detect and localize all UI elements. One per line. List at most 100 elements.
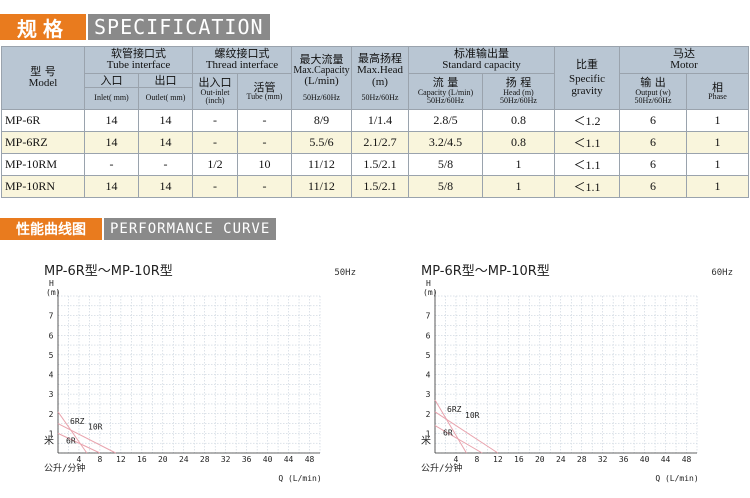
cell-sg: ＜1.1 [554,175,620,198]
cell-maxcap: 11/12 [291,175,352,198]
cell-sg: ＜1.1 [554,131,620,154]
curve-title-cn: 性能曲线图 [0,218,102,240]
x-tick-label: 44 [284,455,294,464]
cell-maxhead: 2.1/2.7 [351,131,409,154]
cell-head: 0.8 [482,131,555,154]
cell-flow: 2.8/5 [408,109,483,132]
chart-title: MP-6R型～MP-10R型 [44,264,173,279]
cell-output: 6 [619,153,687,176]
y-tick-label: 7 [426,312,431,321]
x-tick-label: 24 [556,455,566,464]
y-tick-label: 7 [49,312,54,321]
specification-table: 型 号 Model 软管接口式 Tube interface 螺纹接口式 Thr… [1,46,749,198]
cell-model: MP-10RN [1,175,85,198]
cell-maxhead: 1.5/2.1 [351,153,409,176]
phase-header: 相 Phase [686,73,749,110]
cell-phase: 1 [686,175,749,198]
output-header: 输 出 Output (w) 50Hz/60Hz [619,73,687,110]
cell-outlet: 14 [138,131,193,154]
cell-tube: - [237,109,292,132]
chart-svg: H(m)1234567米4 8 12 16 20 24 28 32 36 40 44 48公升/分钟Q… [421,279,699,483]
x-tick-label: 16 [137,455,147,464]
y-tick-label: 2 [49,410,54,419]
y-tick-label: 3 [49,390,54,399]
x-tick-label: 32 [598,455,608,464]
y-axis-unit: (m) [423,288,437,297]
x-tick-label: 44 [661,455,671,464]
cell-head: 1 [482,153,555,176]
cell-flow: 3.2/4.5 [408,131,483,154]
cell-outinlet: - [192,175,238,198]
cell-outinlet: - [192,109,238,132]
cell-head: 0.8 [482,109,555,132]
x-tick-label: 8 [475,455,480,464]
performance-chart-60hz: MP-6R型～MP-10R型 60Hz H (m) 1 2 3 4 5 6 7 米 4 8 12 16 20… [413,256,733,496]
flow-header: 流 量 Capacity (L/min) 50Hz/60Hz [408,73,483,110]
cell-model: MP-6R [1,109,85,132]
max-head-header: 最高扬程 Max.Head (m) 50Hz/60Hz [351,46,409,110]
cell-tube: 10 [237,153,292,176]
cell-inlet: 14 [84,109,139,132]
chart-frequency: 60Hz [711,268,733,278]
y-axis-label-cn: 米 [44,434,54,447]
x-tick-label: 28 [200,455,210,464]
max-capacity-header: 最大流量 Max.Capacity (L/min) 50Hz/60Hz [291,46,352,110]
x-tick-label: 12 [493,455,503,464]
table-row: MP-10RM - -1/2 10 11/12 1.5/2.1 5/8 1 ＜1.1 6 1 [1,153,749,176]
cell-outinlet: 1/2 [192,153,238,176]
out-inlet-header: 出入口 Out-inlet (inch) [192,73,238,110]
y-tick-label: 6 [426,331,431,340]
x-tick-label: 20 [535,455,545,464]
curve-title-en: PERFORMANCE CURVE [104,218,277,240]
spec-title-en: SPECIFICATION [88,14,270,40]
cell-phase: 1 [686,131,749,154]
cell-sg: ＜1.1 [554,153,620,176]
y-tick-label: 6 [49,331,54,340]
series-label-10r: 10R [88,423,103,432]
y-tick-label: 4 [49,371,54,380]
y-axis-unit: (m) [46,288,60,297]
cell-model: MP-10RM [1,153,85,176]
spec-table-body: MP-6R 14 14- -8/9 1/1.4 2.8/5 0.8 ＜1.2 6 1 MP-6RZ 1… [1,109,749,198]
x-axis-label: Q (L/min) [278,474,321,483]
thread-interface-header: 螺纹接口式 Thread interface [192,46,292,74]
x-axis-label-cn: 公升/分钟 [44,462,85,474]
cell-output: 6 [619,175,687,198]
x-axis-label-cn: 公升/分钟 [421,462,462,474]
cell-phase: 1 [686,109,749,132]
y-axis-label: H [426,279,431,288]
motor-header: 马达 Motor [619,46,749,74]
x-tick-label: 40 [263,455,273,464]
cell-phase: 1 [686,153,749,176]
x-tick-label: 32 [221,455,231,464]
cell-outlet: 14 [138,109,193,132]
series-label-6rz: 6RZ [70,417,85,426]
series-label-6r: 6R [66,436,76,445]
cell-flow: 5/8 [408,153,483,176]
specific-gravity-header: 比重 Specific gravity [554,46,620,110]
standard-capacity-header: 标准输出量 Standard capacity [408,46,555,74]
cell-inlet: 14 [84,131,139,154]
cell-maxcap: 8/9 [291,109,352,132]
cell-sg: ＜1.2 [554,109,620,132]
cell-flow: 5/8 [408,175,483,198]
y-axis-label-cn: 米 [421,434,431,447]
series-label-6rz: 6RZ [447,405,462,414]
x-tick-label: 24 [179,455,189,464]
performance-chart-50hz: MP-6R型～MP-10R型 50Hz H (m) 1 2 3 4 5 6 7 米 4 8 12 16 20… [36,256,356,496]
chart-frequency: 50Hz [334,268,356,278]
head-header: 扬 程 Head (m) 50Hz/60Hz [482,73,555,110]
x-tick-label: 36 [619,455,629,464]
outlet-unit-header: Outlet( mm) [138,87,193,110]
spec-section-header: 规格 SPECIFICATION [0,14,270,41]
cell-model: MP-6RZ [1,131,85,154]
y-tick-label: 4 [426,371,431,380]
y-tick-label: 5 [426,351,431,360]
table-row: MP-6R 14 14- -8/9 1/1.4 2.8/5 0.8 ＜1.2 6 1 [1,109,749,132]
cell-head: 1 [482,175,555,198]
cell-output: 6 [619,131,687,154]
x-tick-label: 20 [158,455,168,464]
cell-maxhead: 1/1.4 [351,109,409,132]
x-tick-label: 16 [514,455,524,464]
tube-mm-header: 活管 Tube (mm) [237,73,292,110]
